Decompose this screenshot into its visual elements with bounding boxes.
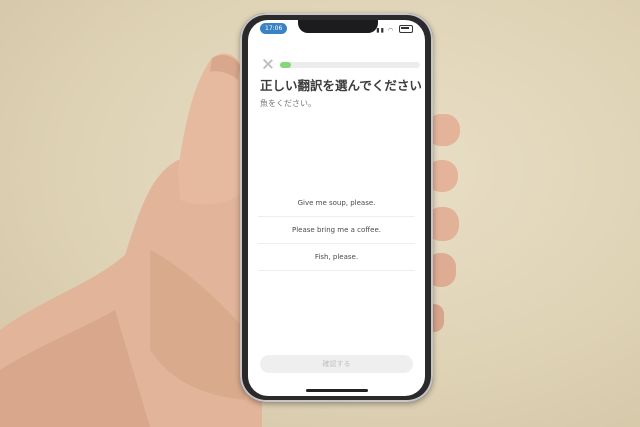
phone-screen: 17:06 ▮▮ ◠ 正しい翻訳を選んでください 魚をください。 Give me… (248, 20, 425, 396)
choice-option[interactable]: Fish, please. (258, 244, 415, 271)
check-button[interactable]: 確認する (260, 355, 413, 373)
choice-option[interactable]: Please bring me a coffee. (258, 217, 415, 244)
status-time: 17:06 (260, 23, 288, 34)
photo-scene: 17:06 ▮▮ ◠ 正しい翻訳を選んでください 魚をください。 Give me… (0, 0, 640, 427)
progress-fill (280, 62, 292, 68)
wifi-icon: ◠ (387, 27, 395, 34)
progress-bar (280, 62, 420, 68)
phone: 17:06 ▮▮ ◠ 正しい翻訳を選んでください 魚をください。 Give me… (240, 13, 433, 402)
battery-icon (399, 25, 413, 33)
notch (298, 20, 378, 33)
close-icon[interactable] (262, 58, 274, 70)
answer-choices: Give me soup, please. Please bring me a … (258, 190, 415, 271)
source-sentence: 魚をください。 (260, 99, 316, 108)
prompt-title: 正しい翻訳を選んでください (260, 78, 422, 93)
home-indicator[interactable] (306, 389, 368, 392)
status-icons: ▮▮ ◠ (376, 24, 413, 34)
signal-icon: ▮▮ (376, 27, 385, 34)
choice-option[interactable]: Give me soup, please. (258, 190, 415, 217)
